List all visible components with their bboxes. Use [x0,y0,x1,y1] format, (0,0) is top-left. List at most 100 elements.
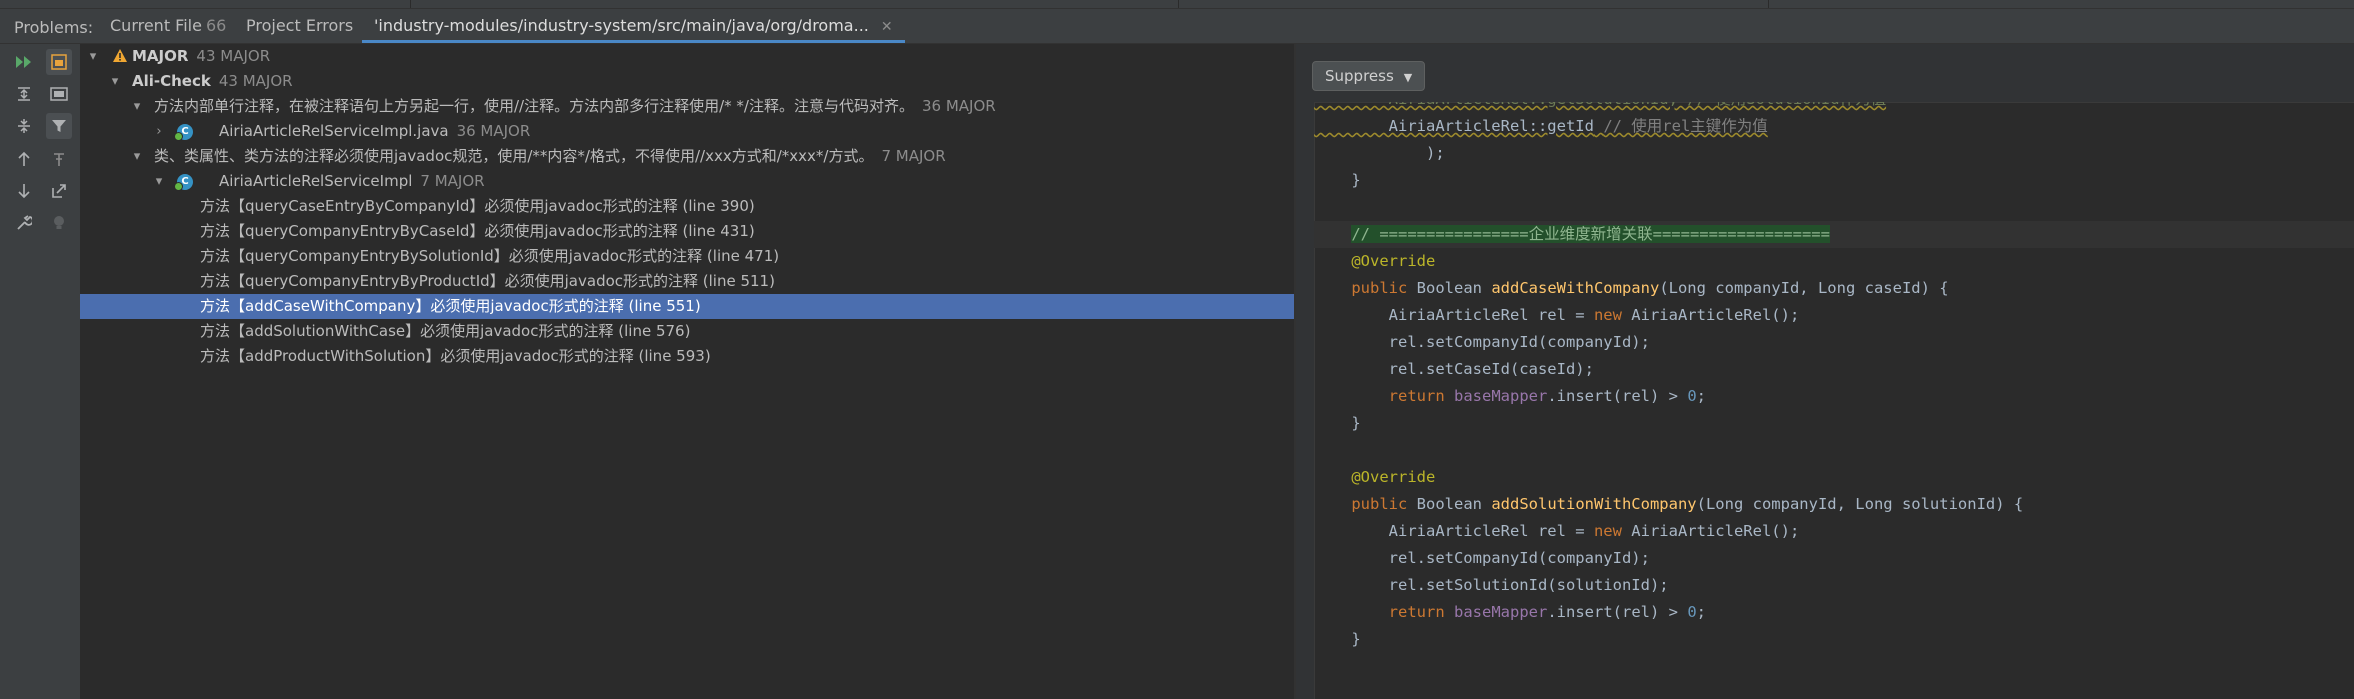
export-icon[interactable] [46,178,72,204]
code-text: .insert(rel) > [1547,603,1688,621]
window-top-strip [0,0,2354,9]
expand-all-icon[interactable] [11,81,37,107]
code-comment: // ================企业维度新增关联=============… [1351,225,1830,243]
problem-item[interactable]: 方法【queryCaseEntryByCompanyId】必须使用javadoc… [80,194,1294,219]
chevron-down-icon[interactable]: ▾ [108,69,122,94]
file-count: 36 MAJOR [456,122,531,140]
code-line: return baseMapper.insert(rel) > 0; [1314,599,2354,626]
code-field: baseMapper [1454,603,1548,621]
code-text: ; [1696,603,1706,621]
top-strip-segment [0,0,411,8]
top-strip-segment [1178,0,1769,8]
problem-item[interactable]: 方法【addSolutionWithCase】必须使用javadoc形式的注释 … [80,319,1294,344]
code-comment: // 使用rel主键作为值 [1603,117,1768,135]
code-field: baseMapper [1454,387,1548,405]
chevron-right-icon[interactable]: › [152,119,166,144]
code-line: public Boolean addCaseWithCompany(Long c… [1314,275,2354,302]
problems-tree: ▾ MAJOR 43 MAJOR ▾ Ali-Check 43 MAJOR ▾ 方法… [80,44,1294,699]
tree-node-rule[interactable]: ▾ 类、类属性、类方法的注释必须使用javadoc规范，使用/**内容*/格式，… [80,144,1294,169]
tab-current-file-count: 66 [205,16,227,35]
code-preview-panel: Suppress ▼ AiriaArticleRel::getSolutionId… [1296,44,2354,699]
chevron-down-icon[interactable]: ▾ [86,44,100,69]
tree-node-severity[interactable]: ▾ MAJOR 43 MAJOR [80,44,1294,69]
code-text: } [1351,171,1361,189]
class-count: 7 MAJOR [420,172,485,190]
tab-current-file[interactable]: Current File 66 [110,9,226,43]
tab-file-path[interactable]: 'industry-modules/industry-system/src/ma… [362,9,905,43]
code-text: (Long companyId, Long caseId) { [1659,279,1949,297]
code-text: rel.setSolutionId(solutionId); [1351,576,1669,594]
group-icon[interactable] [46,81,72,107]
code-text: Boolean [1407,495,1492,513]
preview-icon[interactable] [46,49,72,75]
filter-icon[interactable] [46,113,72,139]
code-method-name: addSolutionWithCompany [1491,495,1697,513]
settings-icon[interactable] [11,210,37,236]
tree-node-inspection[interactable]: ▾ Ali-Check 43 MAJOR [80,69,1294,94]
code-line: } [1314,167,2354,194]
problems-tab-bar: Problems: Current File 66 Project Errors … [0,9,2354,44]
code-text: ); [1388,144,1445,162]
problem-label: 方法【queryCompanyEntryBySolutionId】必须使用jav… [200,247,780,265]
code-text: Boolean [1407,279,1492,297]
code-text: } [1351,414,1361,432]
code-line: rel.setSolutionId(solutionId); [1314,572,2354,599]
problem-item[interactable]: 方法【addProductWithSolution】必须使用javadoc形式的… [80,344,1294,369]
problem-label: 方法【addProductWithSolution】必须使用javadoc形式的… [200,347,711,365]
chevron-down-icon[interactable]: ▾ [152,169,166,194]
tab-project-errors[interactable]: Project Errors [246,9,353,43]
tree-node-file[interactable]: › C AiriaArticleRelServiceImpl.java 36 MA… [80,119,1294,144]
code-text: rel.setCompanyId(companyId); [1351,333,1650,351]
code-text: rel.setCaseId(caseId); [1351,360,1594,378]
problem-label: 方法【queryCaseEntryByCompanyId】必须使用javadoc… [200,197,755,215]
code-keyword: return [1388,387,1445,405]
chevron-down-icon[interactable]: ▾ [130,94,144,119]
file-label: AiriaArticleRelServiceImpl.java [219,122,449,140]
problem-item-selected[interactable]: 方法【addCaseWithCompany】必须使用javadoc形式的注释 (… [80,294,1294,319]
code-keyword: return [1388,603,1445,621]
bulb-icon [46,210,72,236]
problem-item[interactable]: 方法【queryCompanyEntryByProductId】必须使用java… [80,269,1294,294]
code-line: return baseMapper.insert(rel) > 0; [1314,383,2354,410]
severity-label: MAJOR [132,47,189,65]
code-text: rel.setCompanyId(companyId); [1351,549,1650,567]
code-line: rel.setCaseId(caseId); [1314,356,2354,383]
code-line: AiriaArticleRel rel = new AiriaArticleRe… [1314,302,2354,329]
code-line: @Override [1314,464,2354,491]
code-editor[interactable]: AiriaArticleRel::getSolutionId, // 使用Sol… [1314,102,2354,699]
collapse-all-icon[interactable] [11,113,37,139]
warning-icon [113,49,127,62]
rule-count: 7 MAJOR [881,147,946,165]
close-icon[interactable]: ✕ [881,19,893,35]
tree-node-class[interactable]: ▾ C AiriaArticleRelServiceImpl 7 MAJOR [80,169,1294,194]
pin-icon[interactable] [46,146,72,172]
run-icon[interactable] [11,49,37,75]
code-annotation: @Override [1351,468,1436,486]
tree-node-rule[interactable]: ▾ 方法内部单行注释，在被注释语句上方另起一行，使用//注释。方法内部多行注释使… [80,94,1294,119]
chevron-down-icon: ▼ [1403,71,1413,84]
prev-problem-icon[interactable] [11,146,37,172]
suppress-label: Suppress [1325,67,1394,85]
problem-item[interactable]: 方法【queryCompanyEntryBySolutionId】必须使用jav… [80,244,1294,269]
top-strip-segment [410,0,1179,8]
code-text: AiriaArticleRel(); [1621,306,1800,324]
problem-label: 方法【queryCompanyEntryByProductId】必须使用java… [200,272,775,290]
code-text: AiriaArticleRel::getId [1314,117,1594,135]
problem-label: 方法【queryCompanyEntryByCaseId】必须使用javadoc… [200,222,755,240]
chevron-down-icon[interactable]: ▾ [130,144,144,169]
rule-count: 36 MAJOR [922,97,996,115]
code-text: .insert(rel) > [1547,387,1688,405]
code-annotation: @Override [1351,252,1436,270]
code-keyword: public [1351,279,1408,297]
next-problem-icon[interactable] [11,178,37,204]
code-keyword: public [1351,495,1408,513]
code-text: } [1351,630,1361,648]
suppress-button[interactable]: Suppress ▼ [1312,61,1426,91]
problem-item[interactable]: 方法【queryCompanyEntryByCaseId】必须使用javadoc… [80,219,1294,244]
java-class-icon: C [174,124,193,141]
code-line: public Boolean addSolutionWithCompany(Lo… [1314,491,2354,518]
editor-gutter [1296,102,1315,699]
code-line: AiriaArticleRel rel = new AiriaArticleRe… [1314,518,2354,545]
code-line: } [1314,410,2354,437]
code-keyword: new [1593,306,1622,324]
